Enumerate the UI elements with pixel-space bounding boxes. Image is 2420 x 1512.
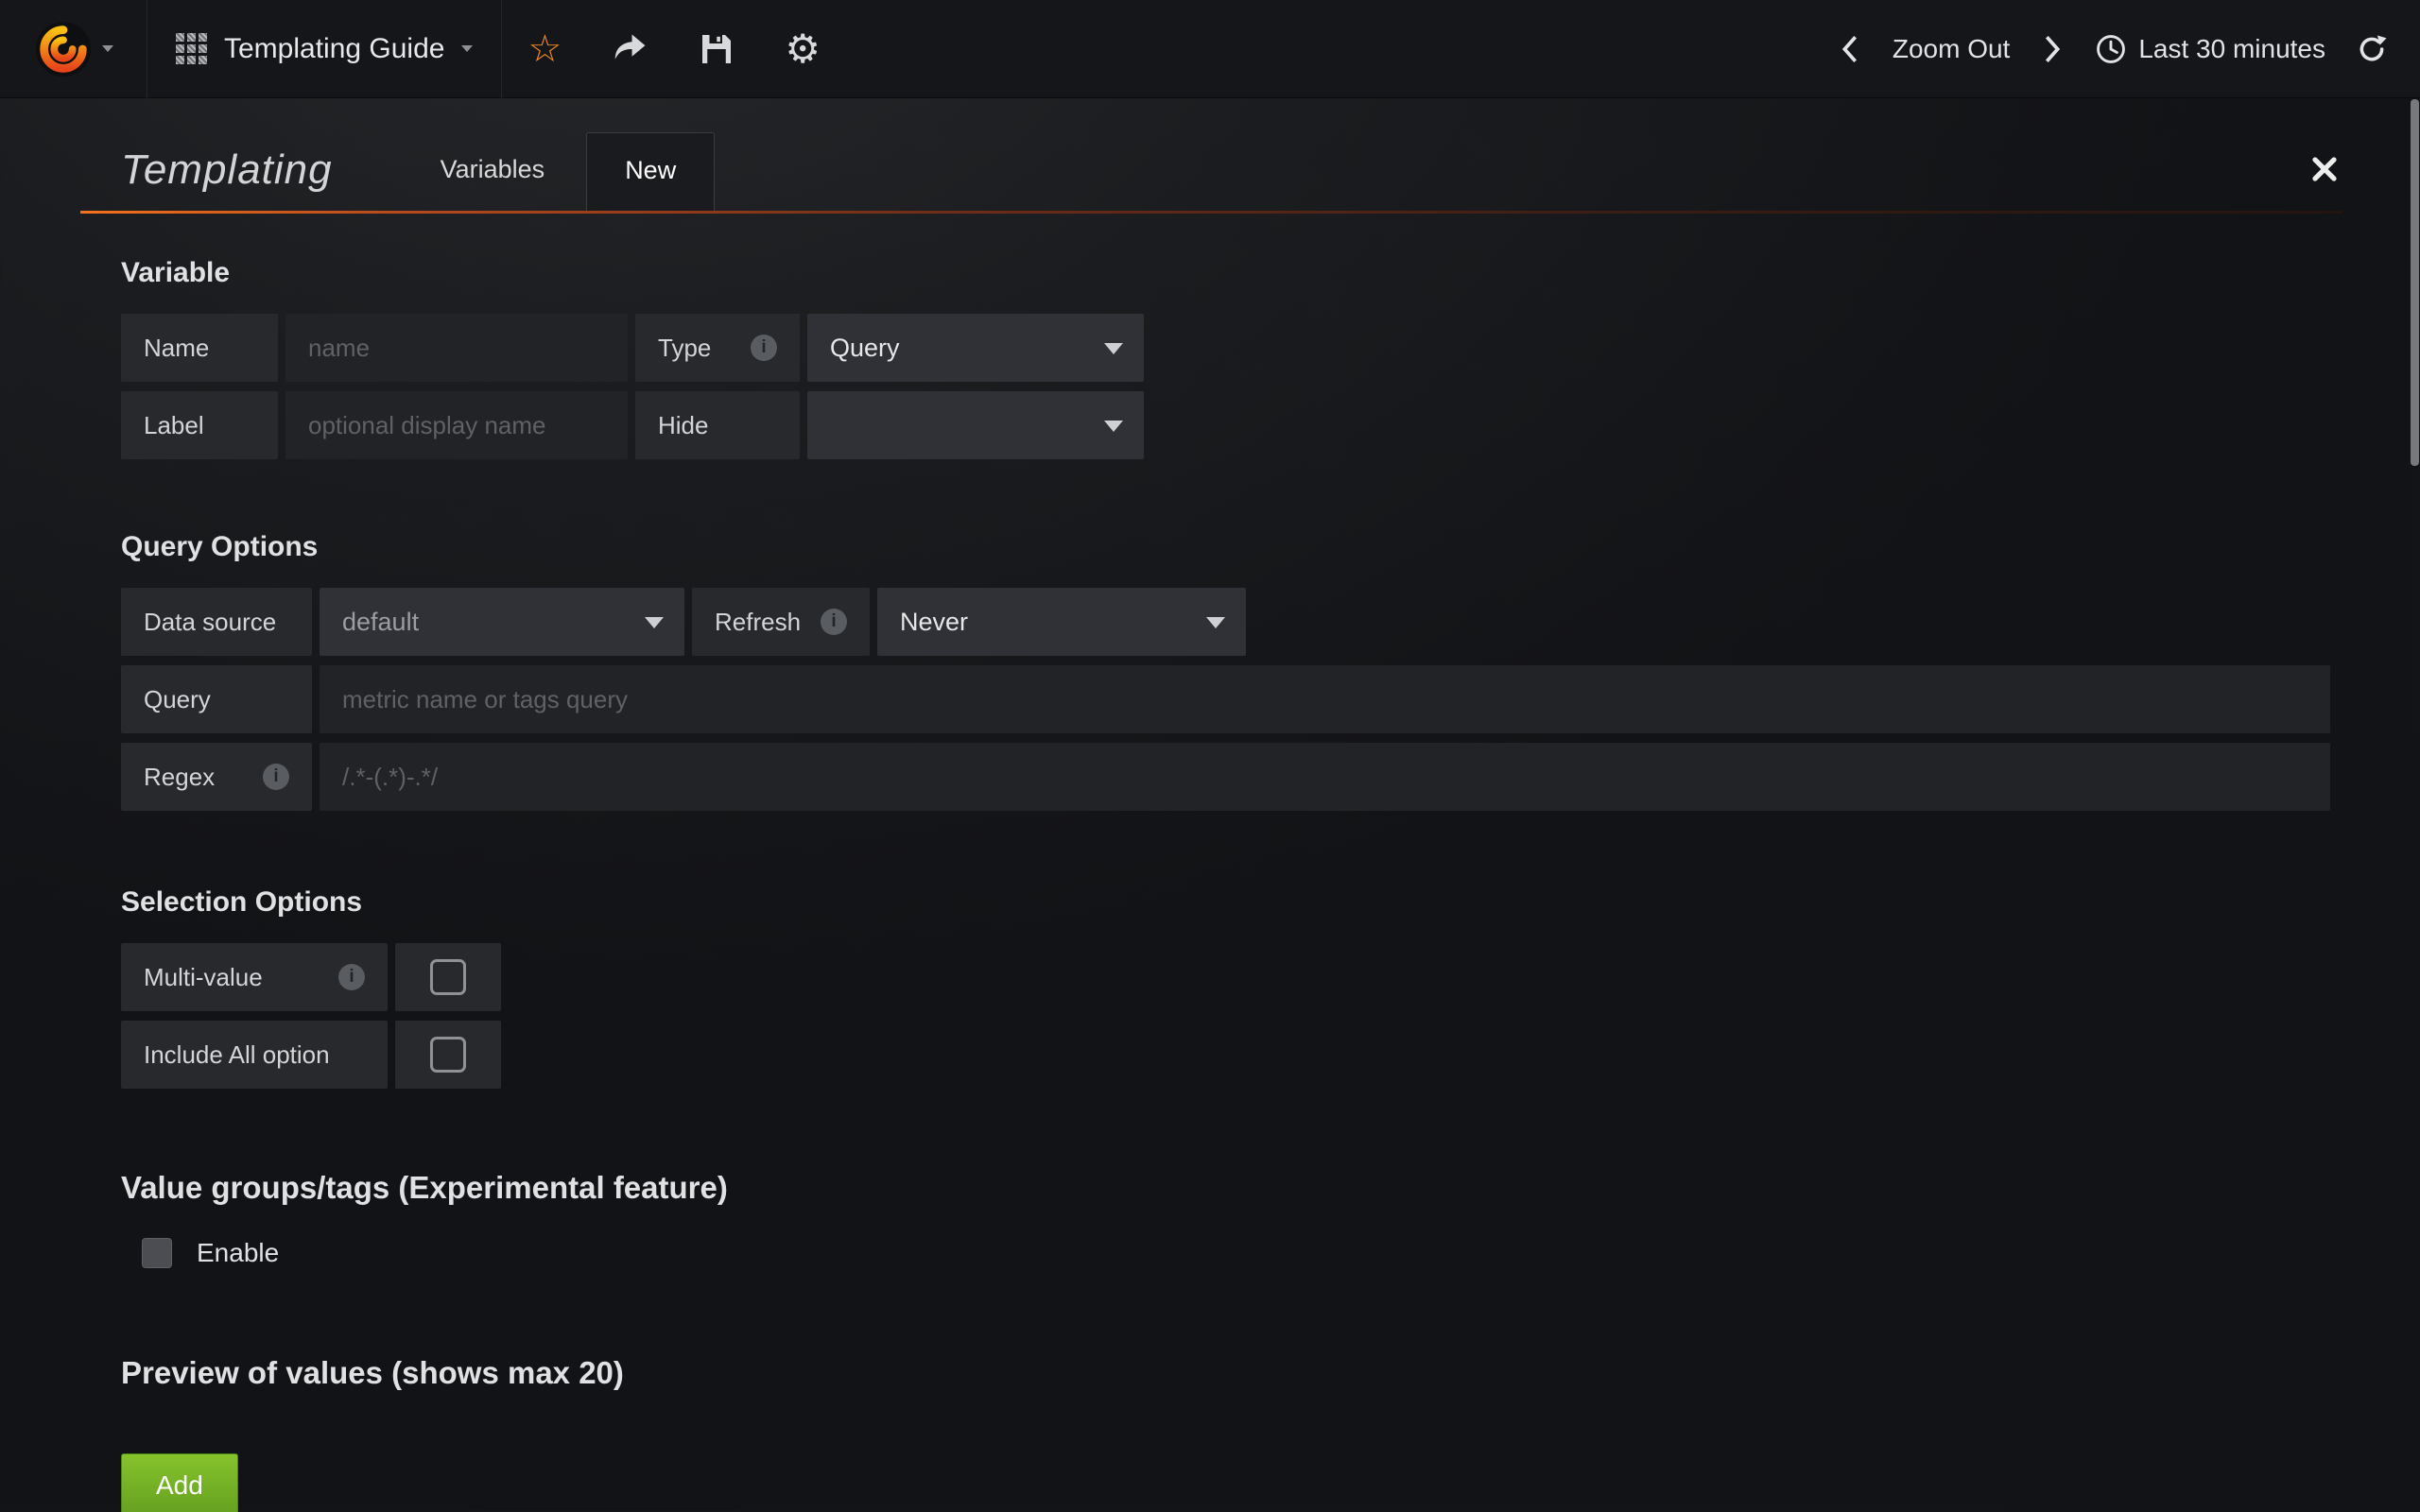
- variable-name-row: Name Type i Query: [121, 314, 2330, 382]
- variable-type-select[interactable]: Query: [807, 314, 1144, 382]
- multi-value-row: Multi-value i: [121, 943, 2330, 1011]
- query-options-heading: Query Options: [121, 531, 2330, 563]
- type-label-text: Type: [658, 334, 711, 363]
- dashboard-title-button[interactable]: Templating Guide: [147, 0, 502, 98]
- refresh-button[interactable]: [2341, 0, 2403, 98]
- regex-label: Regex i: [121, 743, 312, 811]
- chevron-right-icon: [2040, 33, 2065, 65]
- star-dashboard-button[interactable]: ☆: [502, 0, 587, 98]
- zoom-out-button[interactable]: Zoom Out: [1877, 0, 2025, 98]
- app-root: Templating Guide ☆ ⚙: [0, 0, 2420, 1512]
- regex-row: Regex i: [121, 743, 2330, 811]
- variable-name-input[interactable]: [285, 314, 628, 382]
- close-icon: [2310, 155, 2339, 183]
- datasource-label: Data source: [121, 588, 312, 656]
- gear-icon: ⚙: [785, 29, 821, 69]
- datasource-value: default: [342, 608, 419, 637]
- chevron-down-icon: [1206, 617, 1225, 628]
- checkbox-icon: [430, 959, 466, 995]
- zoom-out-label: Zoom Out: [1893, 34, 2010, 64]
- star-icon: ☆: [527, 30, 562, 68]
- include-all-label: Include All option: [121, 1021, 388, 1089]
- enable-checkbox[interactable]: [142, 1238, 172, 1268]
- templating-editor-header: Templating Variables New: [80, 98, 2342, 211]
- info-icon[interactable]: i: [751, 335, 777, 361]
- query-row: Query: [121, 665, 2330, 733]
- editor-content: Variable Name Type i Query Label Hide Qu…: [0, 257, 2420, 1512]
- org-menu-button[interactable]: [0, 0, 147, 98]
- datasource-row: Data source default Refresh i Never: [121, 588, 2330, 656]
- query-label: Query: [121, 665, 312, 733]
- close-editor-button[interactable]: [2310, 155, 2339, 186]
- enable-label: Enable: [197, 1238, 279, 1268]
- chevron-down-icon: [645, 617, 664, 628]
- multi-value-label: Multi-value i: [121, 943, 388, 1011]
- variable-section-heading: Variable: [121, 257, 2330, 289]
- query-input[interactable]: [320, 665, 2330, 733]
- chevron-down-icon: [102, 45, 113, 52]
- variable-label-row: Label Hide: [121, 391, 2330, 459]
- type-label: Type i: [635, 314, 800, 382]
- preview-heading: Preview of values (shows max 20): [121, 1355, 2330, 1391]
- navbar-time-controls: Zoom Out Last 30 minutes: [1823, 0, 2420, 98]
- refresh-label: Refresh i: [692, 588, 870, 656]
- multi-value-checkbox[interactable]: [395, 943, 501, 1011]
- chevron-down-icon: [461, 45, 473, 52]
- regex-label-text: Regex: [144, 763, 215, 792]
- refresh-select[interactable]: Never: [877, 588, 1246, 656]
- chevron-left-icon: [1838, 33, 1862, 65]
- add-button[interactable]: Add: [121, 1453, 238, 1512]
- info-icon[interactable]: i: [338, 964, 365, 990]
- chevron-down-icon: [1104, 343, 1123, 354]
- time-range-button[interactable]: Last 30 minutes: [2080, 0, 2341, 98]
- dashboard-grid-icon: [176, 33, 207, 64]
- refresh-value: Never: [900, 608, 968, 637]
- enable-row: Enable: [142, 1238, 2330, 1268]
- navbar: Templating Guide ☆ ⚙: [0, 0, 2420, 98]
- time-shift-forward-button[interactable]: [2025, 0, 2080, 98]
- variable-label-input[interactable]: [285, 391, 628, 459]
- regex-input[interactable]: [320, 743, 2330, 811]
- checkbox-icon: [430, 1037, 466, 1073]
- include-all-row: Include All option: [121, 1021, 2330, 1089]
- time-shift-back-button[interactable]: [1823, 0, 1877, 98]
- clock-icon: [2095, 33, 2127, 65]
- chevron-down-icon: [1104, 421, 1123, 432]
- tab-underline: [80, 211, 2342, 214]
- save-dashboard-button[interactable]: [674, 0, 759, 98]
- tab-variables[interactable]: Variables: [399, 155, 587, 211]
- refresh-icon: [2356, 33, 2388, 65]
- selection-options-heading: Selection Options: [121, 886, 2330, 919]
- grafana-logo-icon: [34, 20, 93, 78]
- save-icon: [700, 32, 734, 66]
- datasource-select[interactable]: default: [320, 588, 684, 656]
- dashboard-settings-button[interactable]: ⚙: [759, 0, 846, 98]
- info-icon[interactable]: i: [263, 764, 289, 790]
- multi-value-label-text: Multi-value: [144, 963, 263, 992]
- tab-new[interactable]: New: [586, 132, 715, 211]
- info-icon[interactable]: i: [821, 609, 847, 635]
- time-range-label: Last 30 minutes: [2138, 34, 2325, 64]
- editor-tabs: Variables New: [399, 132, 716, 211]
- value-groups-heading: Value groups/tags (Experimental feature): [121, 1170, 2330, 1206]
- include-all-checkbox[interactable]: [395, 1021, 501, 1089]
- dashboard-title: Templating Guide: [224, 33, 444, 65]
- variable-hide-select[interactable]: [807, 391, 1144, 459]
- hide-label: Hide: [635, 391, 800, 459]
- refresh-label-text: Refresh: [715, 608, 801, 637]
- label-label: Label: [121, 391, 278, 459]
- variable-type-value: Query: [830, 334, 900, 363]
- name-label: Name: [121, 314, 278, 382]
- share-dashboard-button[interactable]: [587, 0, 674, 98]
- share-icon: [613, 33, 648, 65]
- scrollbar-thumb[interactable]: [2411, 99, 2419, 466]
- page-title: Templating: [121, 146, 333, 194]
